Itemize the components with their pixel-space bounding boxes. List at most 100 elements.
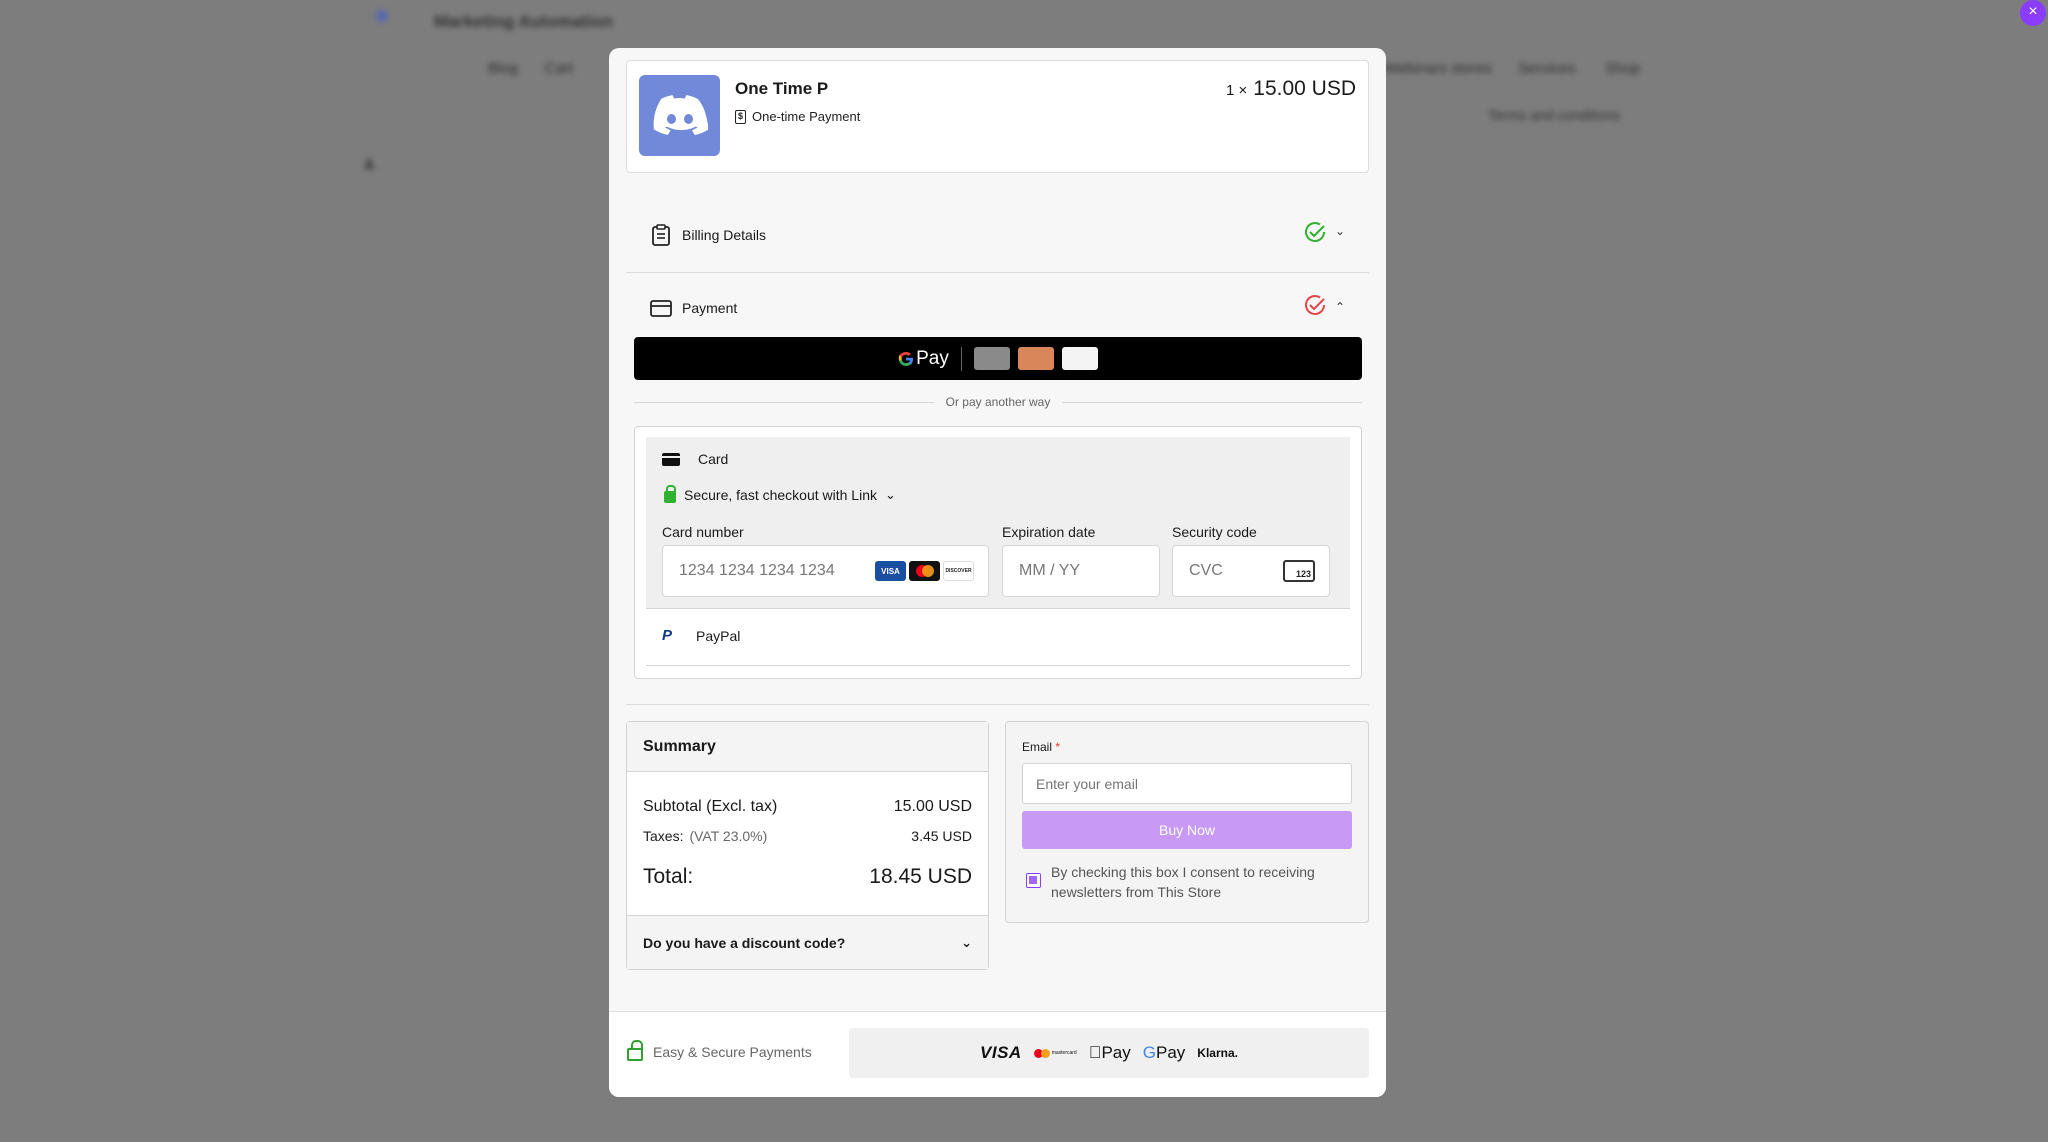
total-value: 18.45 USD — [869, 865, 972, 888]
secure-payments-text: Easy & Secure Payments — [653, 1043, 812, 1060]
close-modal-button[interactable]: × — [2020, 0, 2046, 26]
google-pay-button[interactable]: Pay — [634, 337, 1362, 380]
nav-item-webinars: Webinars stores — [1384, 60, 1493, 77]
paypal-option[interactable]: P PayPal — [662, 627, 740, 644]
taxes-row: Taxes: (VAT 23.0%) 3.45 USD — [643, 828, 972, 844]
total-label: Total: — [643, 865, 694, 888]
chevron-up-icon[interactable]: ⌃ — [1335, 300, 1345, 314]
expiry-input[interactable]: MM / YY — [1002, 545, 1160, 597]
discord-logo-icon — [639, 75, 720, 156]
chevron-down-icon: ⌄ — [961, 934, 972, 950]
order-summary: Summary Subtotal (Excl. tax) 15.00 USD T… — [626, 721, 989, 970]
nav-item-blog: Blog — [488, 60, 519, 77]
discover-icon: DISCOVER — [943, 561, 974, 581]
check-circle-green-icon — [1303, 221, 1327, 248]
billing-details-title: Billing Details — [682, 227, 767, 243]
person-icon: ♟ — [362, 156, 377, 173]
site-logo — [376, 10, 388, 22]
apple-pay-logo: Pay — [1089, 1043, 1131, 1063]
link-checkout-text: Secure, fast checkout with Link — [684, 487, 877, 503]
gpay-separator — [960, 346, 962, 371]
nav-item-cart: Cart — [545, 60, 574, 77]
or-divider: Or pay another way — [634, 394, 1362, 410]
apple-icon:  — [1089, 1043, 1102, 1062]
mastercard-logo: mastercard — [1033, 1048, 1077, 1058]
saved-card-white-icon — [1061, 347, 1098, 370]
nav-item-shop: Shop — [1605, 60, 1641, 77]
cvc-label: Security code — [1172, 524, 1257, 540]
section-divider — [626, 704, 1369, 705]
required-marker: * — [1055, 740, 1061, 754]
cvc-input[interactable]: CVC 123 — [1172, 545, 1330, 597]
card-tab-label: Card — [698, 451, 729, 467]
payment-element: Card Secure, fast checkout with Link ⌄ C… — [634, 426, 1362, 679]
chevron-down-icon[interactable]: ⌄ — [1335, 224, 1345, 238]
billing-details-section[interactable]: Billing Details ⌄ — [626, 205, 1369, 265]
payment-brands: VISA mastercard Pay GPay Klarna. — [849, 1028, 1369, 1078]
product-card: One Time P $ One-time Payment 1 × 15.00 … — [626, 60, 1369, 173]
consent-text: By checking this box I consent to receiv… — [1051, 864, 1315, 900]
card-number-input[interactable]: 1234 1234 1234 1234 VISA DISCOVER — [662, 545, 989, 597]
discount-code-label: Do you have a discount code? — [643, 934, 846, 951]
card-number-label: Card number — [662, 524, 744, 540]
google-pay-label: Pay — [916, 347, 949, 369]
product-price-value: 15.00 USD — [1253, 77, 1356, 100]
payment-section[interactable]: Payment ⌃ — [626, 278, 1369, 338]
email-label: Email * — [1022, 740, 1060, 754]
google-pay-logo: GPay — [1143, 1043, 1186, 1063]
section-divider — [626, 272, 1369, 273]
mastercard-icon — [909, 561, 940, 581]
payment-divider — [646, 665, 1350, 666]
email-input[interactable] — [1022, 763, 1352, 804]
payment-title: Payment — [682, 300, 738, 316]
lock-icon — [664, 485, 676, 503]
saved-card-grey-icon — [973, 347, 1010, 370]
checkout-form: Email * Buy Now By checking this box I c… — [1005, 721, 1369, 923]
paypal-icon: P — [662, 627, 673, 644]
newsletter-consent: By checking this box I consent to receiv… — [1026, 862, 1346, 902]
expiry-label: Expiration date — [1002, 524, 1096, 540]
card-icon — [662, 452, 680, 466]
visa-icon: VISA — [875, 561, 906, 581]
cvc-card-icon: 123 — [1283, 560, 1315, 582]
visa-logo: VISA — [980, 1043, 1022, 1062]
check-circle-red-icon — [1303, 294, 1327, 321]
total-row: Total: 18.45 USD — [643, 865, 972, 889]
credit-card-icon — [650, 297, 672, 319]
or-pay-another-way-text: Or pay another way — [945, 395, 1051, 409]
product-price: 1 × 15.00 USD — [1226, 77, 1356, 101]
cvc-badge-text: 123 — [1295, 569, 1311, 579]
clipboard-icon — [650, 224, 672, 246]
lock-icon — [627, 1040, 643, 1061]
subtotal-value: 15.00 USD — [893, 798, 972, 815]
nav-item-services: Services — [1518, 60, 1576, 77]
card-tab[interactable]: Card — [662, 451, 728, 467]
klarna-logo: Klarna. — [1190, 1046, 1238, 1060]
checkout-modal: One Time P $ One-time Payment 1 × 15.00 … — [609, 48, 1386, 1097]
card-number-placeholder: 1234 1234 1234 1234 — [679, 562, 835, 579]
terms-link: Terms and conditions — [1488, 107, 1621, 123]
taxes-rate: (VAT 23.0%) — [689, 828, 768, 844]
product-type: $ One-time Payment — [735, 109, 860, 124]
taxes-value: 3.45 USD — [911, 828, 972, 844]
card-brand-badges: VISA DISCOVER — [875, 561, 974, 581]
link-checkout-toggle[interactable]: Secure, fast checkout with Link ⌄ — [664, 485, 896, 503]
apple-pay-label: Pay — [1095, 1043, 1130, 1062]
google-pay-logo: Pay — [898, 348, 949, 370]
taxes-label: Taxes: — [643, 828, 684, 844]
modal-footer: Easy & Secure Payments VISA mastercard … — [609, 1011, 1386, 1097]
buy-now-button[interactable]: Buy Now — [1022, 811, 1352, 849]
email-label-text: Email — [1022, 740, 1053, 754]
expiry-placeholder: MM / YY — [1019, 562, 1081, 579]
chevron-down-icon: ⌄ — [885, 487, 896, 502]
consent-checkbox[interactable] — [1026, 873, 1041, 888]
google-g-icon: G — [1136, 1043, 1156, 1062]
paypal-label: PayPal — [696, 627, 741, 644]
subtotal-label: Subtotal (Excl. tax) — [643, 798, 778, 815]
product-name: One Time P — [735, 79, 829, 98]
summary-title: Summary — [627, 722, 988, 772]
discount-code-toggle[interactable]: Do you have a discount code? ⌄ — [627, 915, 988, 969]
site-title: Marketing Automation — [434, 12, 613, 31]
card-payment-panel: Card Secure, fast checkout with Link ⌄ C… — [646, 437, 1350, 609]
secure-payments: Easy & Secure Payments — [627, 1040, 812, 1061]
